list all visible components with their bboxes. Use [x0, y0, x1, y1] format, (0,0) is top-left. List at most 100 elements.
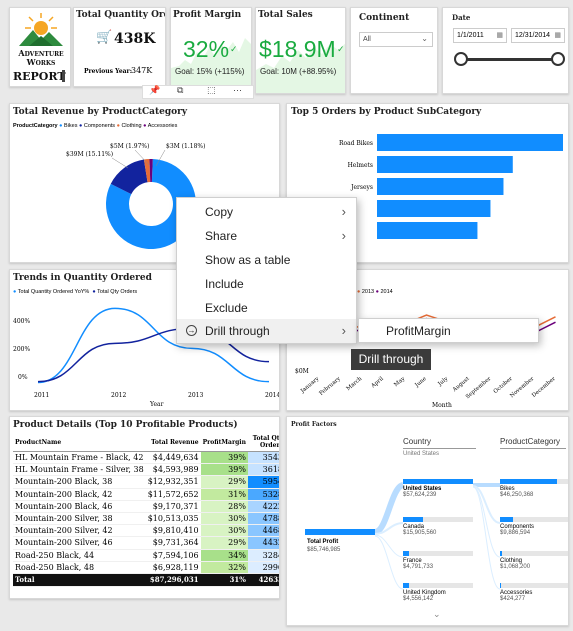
- bar[interactable]: [377, 134, 563, 151]
- x-tick-label: February: [318, 375, 342, 397]
- data-label-accessories: $3M (1.18%): [166, 143, 205, 150]
- table-row[interactable]: Mountain-200 Black, 46$9,170,37128%4222: [13, 500, 279, 513]
- country-node-bar: [403, 583, 473, 588]
- table-row[interactable]: Road-250 Black, 44$7,594,10634%3284: [13, 549, 279, 562]
- menu-item-drill-through[interactable]: → Drill through ›: [177, 319, 356, 343]
- bar[interactable]: [377, 178, 504, 195]
- bar[interactable]: [377, 200, 491, 217]
- y-tick-label: 0%: [18, 374, 28, 381]
- bar[interactable]: [377, 156, 513, 173]
- column-header[interactable]: ProfitMargin: [200, 433, 248, 452]
- category-node-value: $46,250,368: [500, 492, 534, 498]
- more-options-icon[interactable]: ⋯: [233, 86, 242, 96]
- column-header[interactable]: Total Qty Orders: [247, 433, 279, 452]
- date-slider-track[interactable]: [461, 58, 557, 61]
- legend-item-2014[interactable]: ● 2014: [376, 289, 393, 295]
- category-node-value: $9,886,594: [500, 530, 531, 536]
- profit-margin-cell: 29%: [200, 536, 248, 550]
- country-node[interactable]: United States $57,624,239: [403, 479, 473, 498]
- report-label-underline: [62, 70, 65, 82]
- date-slider-start-handle[interactable]: [454, 52, 468, 66]
- table-row[interactable]: Road-250 Black, 48$6,928,11932%2996: [13, 561, 279, 574]
- x-axis-title: Month: [432, 402, 452, 409]
- category-node[interactable]: Components $9,886,594: [500, 517, 568, 536]
- category-label: Road Bikes: [339, 140, 373, 147]
- menu-item-exclude[interactable]: Exclude: [177, 296, 356, 320]
- kpi-margin-title: Profit Margin: [173, 10, 242, 20]
- category-node-value: $1,068,200: [500, 564, 531, 570]
- country-node[interactable]: France $4,791,733: [403, 551, 473, 570]
- revenue-cell: $4,449,634: [145, 451, 201, 465]
- profit-margin-cell: 39%: [200, 451, 248, 465]
- profit-margin-cell: 39%: [200, 463, 248, 477]
- profit-margin-cell: 32%: [200, 561, 248, 574]
- profit-factors-card[interactable]: Profit Factors Country United States Pro…: [286, 416, 569, 626]
- menu-item-show-as-table[interactable]: Show as a table: [177, 248, 356, 272]
- x-tick-label: December: [531, 376, 557, 399]
- legend-item-yoy[interactable]: ● Total Quantity Ordered YoY%: [13, 289, 89, 295]
- category-node[interactable]: Accessories $424,277: [500, 583, 568, 602]
- profit-margin-cell: 34%: [200, 549, 248, 562]
- country-node[interactable]: Canada $15,905,560: [403, 517, 473, 536]
- bar[interactable]: [377, 222, 478, 239]
- focus-mode-icon[interactable]: ⬚: [207, 86, 216, 96]
- kpi-quantity-card[interactable]: Total Quantity Ordered 🛒 438K Previous Y…: [73, 7, 166, 87]
- category-node[interactable]: Bikes $46,250,368: [500, 479, 568, 498]
- date-start-input[interactable]: 1/1/2011 ▦: [453, 28, 507, 43]
- qty-cell: 3284: [247, 549, 279, 562]
- date-label: Date: [452, 13, 471, 22]
- continent-slicer[interactable]: Continent All ⌄: [350, 7, 438, 94]
- table-row[interactable]: Mountain-200 Silver, 38 $10,513,035 30% 478…: [13, 512, 279, 526]
- menu-item-copy[interactable]: Copy ›: [177, 200, 356, 224]
- product-details-card[interactable]: Product Details (Top 10 Profitable Produ…: [9, 416, 280, 599]
- chevron-down-icon[interactable]: ⌄: [433, 610, 441, 620]
- logo-text-line2: Works: [26, 57, 56, 67]
- calendar-icon[interactable]: ▦: [554, 31, 561, 39]
- check-icon: ✓: [230, 45, 238, 55]
- product-name-cell: Mountain-200 Silver, 46: [13, 536, 146, 550]
- date-end-input[interactable]: 12/31/2014 ▦: [511, 28, 565, 43]
- y-tick-label: $0M: [295, 368, 309, 375]
- table-row[interactable]: Mountain-200 Black, 42$11,572,65231%5328: [13, 488, 279, 501]
- total-revenue: $87,296,031: [145, 573, 201, 587]
- column-header[interactable]: ProductName: [13, 433, 146, 452]
- legend-item-qty[interactable]: ● Total Qty Orders: [92, 289, 137, 295]
- copy-visual-icon[interactable]: ⧉: [177, 86, 183, 96]
- drill-through-submenu-item[interactable]: ProfitMargin: [358, 318, 539, 343]
- date-slider-end-handle[interactable]: [551, 52, 565, 66]
- x-tick-label: July: [437, 375, 450, 388]
- country-node[interactable]: United Kingdom $4,556,142: [403, 583, 473, 602]
- profit-margin-cell: 28%: [200, 500, 248, 513]
- table-row[interactable]: Mountain-200 Silver, 42$9,810,41030%4468: [13, 524, 279, 538]
- revenue-cell: $11,572,652: [145, 488, 201, 501]
- qty-cell: 4222: [247, 500, 279, 513]
- qty-cell: 3618: [247, 463, 279, 477]
- country-node-value: $57,624,239: [403, 492, 437, 498]
- monthly-legend: ● 2013 ● 2014: [357, 289, 393, 295]
- legend-item-2013[interactable]: ● 2013: [357, 289, 374, 295]
- column-header[interactable]: Total Revenue: [145, 433, 201, 452]
- table-row[interactable]: Mountain-200 Silver, 46$9,731,36429%4432: [13, 536, 279, 550]
- category-node-bar: [500, 583, 568, 588]
- root-bar[interactable]: [305, 529, 375, 535]
- menu-item-include[interactable]: Include: [177, 272, 356, 296]
- category-node[interactable]: Clothing $1,068,200: [500, 551, 568, 570]
- data-label-components: $39M (15.11%): [66, 151, 113, 158]
- calendar-icon[interactable]: ▦: [496, 31, 503, 39]
- total-qty: 42633: [247, 573, 279, 587]
- qty-cell: 3543: [247, 451, 279, 465]
- pin-icon[interactable]: 📌: [149, 86, 160, 96]
- kpi-profit-margin-card[interactable]: Profit Margin 32% ✓ Goal: 15% (+115%): [170, 7, 252, 94]
- table-row[interactable]: HL Mountain Frame - Black, 42 $4,449,634 3…: [13, 451, 279, 465]
- x-tick-label: May: [393, 375, 407, 388]
- table-row[interactable]: HL Mountain Frame - Silver, 38 $4,593,989…: [13, 463, 279, 477]
- x-tick-label: August: [451, 375, 471, 393]
- menu-item-share[interactable]: Share ›: [177, 224, 356, 248]
- kpi-total-sales-card[interactable]: Total Sales $18.9M ✓ Goal: 10M (+88.95%): [255, 7, 346, 94]
- chevron-right-icon: ›: [341, 323, 346, 338]
- context-menu: Copy › Share › Show as a table Include Exc…: [176, 197, 357, 344]
- cart-icon: 🛒: [96, 30, 113, 45]
- continent-dropdown[interactable]: All ⌄: [359, 32, 433, 47]
- table-row[interactable]: Mountain-200 Black, 38$12,932,35129%5954: [13, 475, 279, 489]
- date-slicer[interactable]: Date 1/1/2011 ▦ 12/31/2014 ▦: [442, 7, 569, 94]
